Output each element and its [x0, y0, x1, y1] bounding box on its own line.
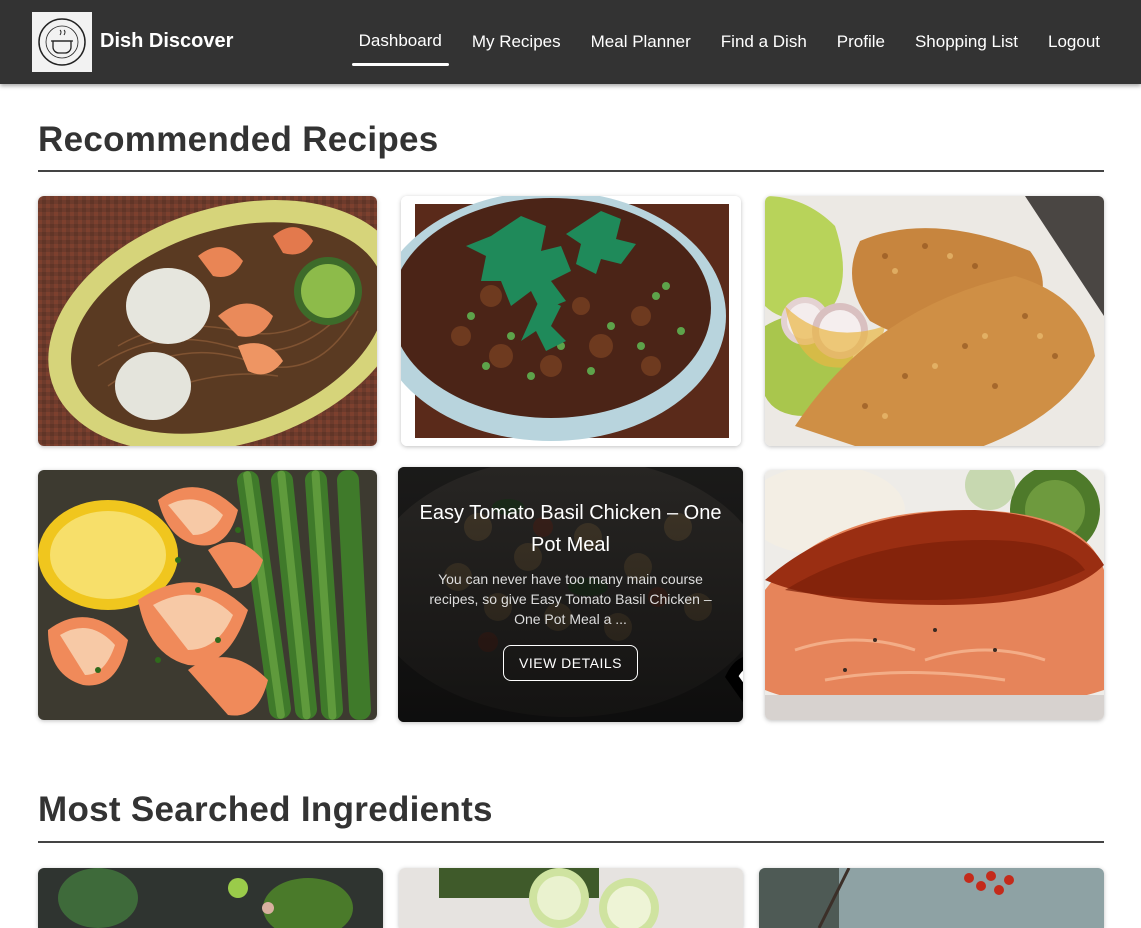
recipe-image-lemon-shrimp [38, 470, 377, 720]
nav-shopping-list[interactable]: Shopping List [908, 24, 1025, 60]
nav-profile[interactable]: Profile [830, 24, 892, 60]
section-divider [38, 841, 1104, 843]
hand-cursor-icon [725, 657, 743, 703]
nav-meal-planner[interactable]: Meal Planner [584, 24, 698, 60]
most-searched-ingredients-heading: Most Searched Ingredients [38, 790, 493, 829]
ingredient-card-1[interactable] [38, 868, 383, 928]
ingredient-image-cucumber [399, 868, 743, 928]
recipe-image-crumbed-chicken [765, 196, 1104, 446]
ingredient-image-berries [759, 868, 1104, 928]
recipe-card-4[interactable] [38, 470, 377, 720]
recommended-recipes-heading: Recommended Recipes [38, 120, 439, 159]
brand-name[interactable]: Dish Discover [100, 30, 233, 53]
logo-icon [38, 18, 86, 66]
recipe-card-6[interactable] [765, 470, 1104, 720]
recipe-image-glazed-salmon [765, 470, 1104, 720]
ingredient-image-herbs [38, 868, 383, 928]
recipe-card-3[interactable] [765, 196, 1104, 446]
ingredient-card-3[interactable] [759, 868, 1104, 928]
ingredient-card-2[interactable] [399, 868, 743, 928]
recipe-card-2[interactable] [401, 196, 741, 446]
view-details-button[interactable]: VIEW DETAILS [503, 645, 638, 681]
top-navbar: Dish Discover Dashboard My Recipes Meal … [0, 0, 1141, 84]
nav-logout[interactable]: Logout [1041, 24, 1107, 60]
recipe-card-1[interactable] [38, 196, 377, 446]
recipe-image-keema-curry [401, 196, 741, 446]
nav-find-a-dish[interactable]: Find a Dish [714, 24, 814, 60]
nav-my-recipes[interactable]: My Recipes [465, 24, 568, 60]
nav-dashboard[interactable]: Dashboard [351, 23, 449, 66]
recipe-image-noodle-shrimp [38, 196, 377, 446]
section-divider [38, 170, 1104, 172]
main-nav: Dashboard My Recipes Meal Planner Find a… [344, 0, 1115, 84]
recipe-card-5[interactable]: Easy Tomato Basil Chicken – One Pot Meal… [398, 467, 743, 722]
logo[interactable] [32, 12, 92, 72]
